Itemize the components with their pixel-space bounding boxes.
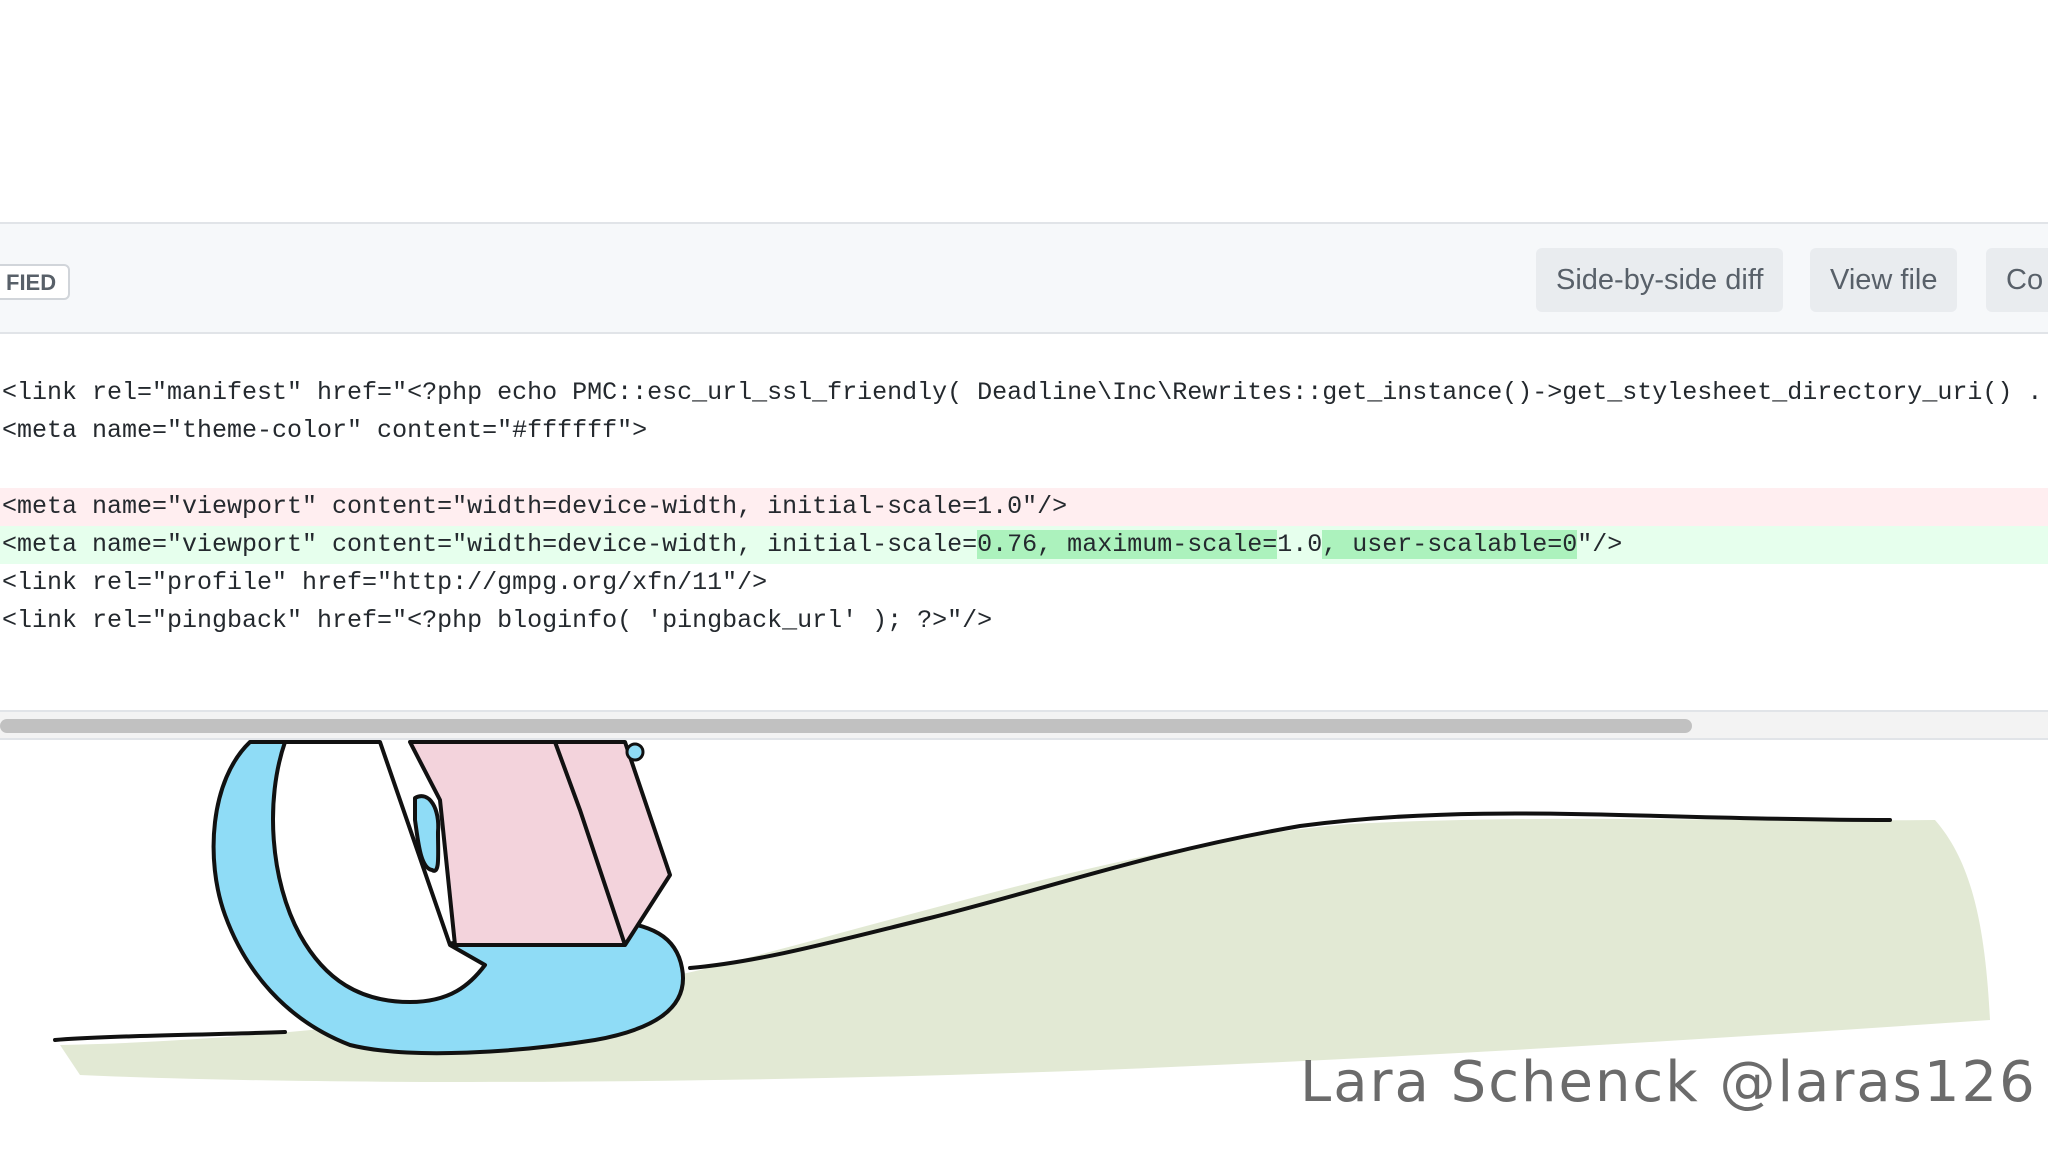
blue-dot: [625, 742, 645, 762]
side-by-side-diff-button[interactable]: Side-by-side diff: [1536, 248, 1784, 312]
added-code-line: <meta name="viewport" content="width=dev…: [0, 526, 2048, 564]
diff-file-header: FIED Side-by-side diff View file Co: [0, 222, 2048, 334]
horizontal-scrollbar[interactable]: [0, 710, 2048, 740]
diff-code-view: <link rel="manifest" href="<?php echo PM…: [0, 338, 2048, 710]
added-highlight: , user-scalable=0: [1322, 530, 1578, 559]
code-line: <link rel="profile" href="http://gmpg.or…: [2, 568, 768, 597]
deleted-code-line: <meta name="viewport" content="width=dev…: [0, 488, 2048, 526]
added-text: <meta name="viewport" content="width=dev…: [2, 530, 978, 559]
top-blank-area: [0, 0, 2048, 222]
view-file-button[interactable]: View file: [1810, 248, 1958, 312]
scrollbar-thumb[interactable]: [0, 719, 1692, 733]
code-line: <link rel="manifest" href="<?php echo PM…: [2, 378, 2043, 407]
added-text: 1.0: [1277, 530, 1323, 559]
status-badge: FIED: [0, 264, 71, 300]
added-highlight: 0.76, maximum-scale=: [977, 530, 1278, 559]
pink-book: [408, 740, 672, 947]
comment-button[interactable]: Co: [1986, 248, 2048, 312]
added-text: "/>: [1577, 530, 1623, 559]
artist-signature: Lara Schenck @laras126: [1300, 1050, 2037, 1115]
code-line: <meta name="theme-color" content="#fffff…: [2, 416, 648, 445]
code-line: <link rel="pingback" href="<?php bloginf…: [2, 606, 993, 635]
